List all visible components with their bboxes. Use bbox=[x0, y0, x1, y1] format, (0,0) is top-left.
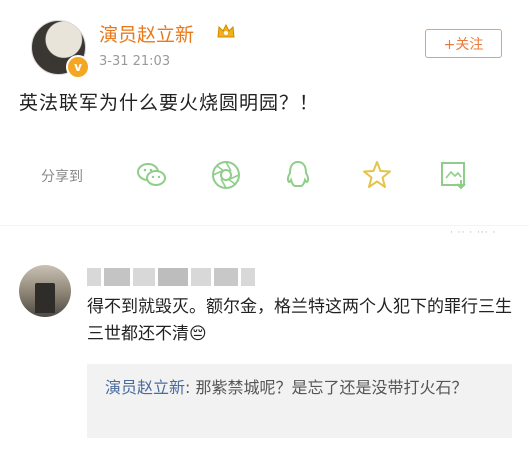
avatar-door-shape bbox=[35, 283, 55, 313]
blurred-fragment: · ·· · ··· · bbox=[450, 228, 497, 238]
verified-badge-icon: v bbox=[66, 55, 90, 79]
comment-text: 得不到就毁灭。额尔金，格兰特这两个人犯下的罪行三生三世都还不清😔 bbox=[87, 297, 512, 344]
moments-icon[interactable] bbox=[209, 158, 243, 192]
qq-icon[interactable] bbox=[281, 158, 315, 192]
reply-body: 那紫禁城呢？是忘了还是没带打火石？ bbox=[195, 378, 468, 397]
reply-text: 演员赵立新: 那紫禁城呢？是忘了还是没带打火石？ bbox=[105, 374, 505, 401]
post-text: 英法联军为什么要火烧圆明园？！ bbox=[19, 92, 320, 114]
commenter-avatar[interactable] bbox=[19, 265, 71, 317]
post-timestamp: 3-31 21:03 bbox=[99, 54, 171, 69]
reply-author[interactable]: 演员赵立新 bbox=[105, 378, 185, 397]
share-label: 分享到 bbox=[41, 169, 83, 185]
blurred-commenter-name bbox=[87, 268, 255, 288]
follow-button[interactable]: +关注 bbox=[425, 29, 502, 58]
save-image-icon[interactable] bbox=[437, 158, 471, 192]
qzone-star-icon[interactable] bbox=[360, 158, 394, 192]
section-divider bbox=[0, 225, 529, 226]
reply-separator: : bbox=[185, 378, 196, 397]
post-username[interactable]: 演员赵立新 bbox=[99, 20, 194, 47]
vip-crown-icon bbox=[217, 23, 235, 38]
wechat-icon[interactable] bbox=[135, 158, 169, 192]
